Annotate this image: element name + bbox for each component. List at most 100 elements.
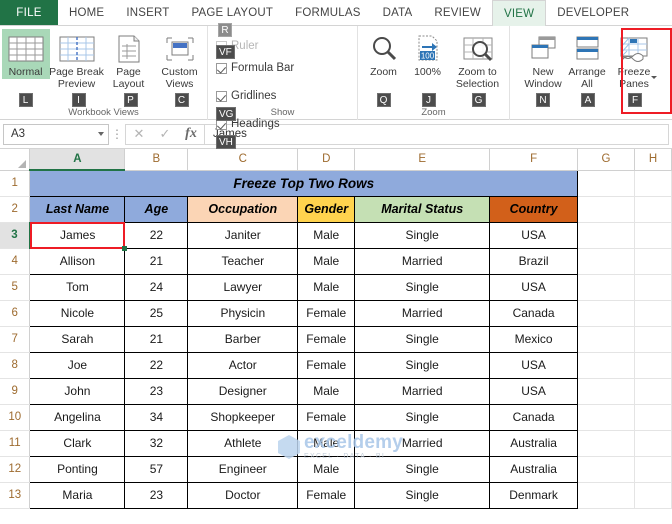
arrange-all-button[interactable]: Arrange All A bbox=[565, 29, 609, 107]
enter-icon[interactable]: ✓ bbox=[152, 126, 178, 142]
cell-d12[interactable]: Male bbox=[297, 455, 356, 483]
cell-a6[interactable]: Nicole bbox=[29, 299, 126, 327]
cell-e8[interactable]: Single bbox=[354, 351, 491, 379]
cell-g6[interactable] bbox=[577, 300, 635, 327]
select-all-corner[interactable] bbox=[0, 149, 31, 171]
tab-home[interactable]: HOME bbox=[58, 0, 115, 25]
cell-d13[interactable]: Female bbox=[297, 481, 356, 509]
cell-h10[interactable] bbox=[634, 404, 672, 431]
cell-g5[interactable] bbox=[577, 274, 635, 301]
column-header-h[interactable]: H bbox=[634, 149, 672, 171]
cell-c12[interactable]: Engineer bbox=[187, 455, 299, 483]
cell-b8[interactable]: 22 bbox=[124, 351, 189, 379]
cell-g8[interactable] bbox=[577, 352, 635, 379]
cell-c11[interactable]: Athlete bbox=[187, 429, 299, 457]
column-header-g[interactable]: G bbox=[577, 149, 635, 171]
custom-views-button[interactable]: Custom Views C bbox=[154, 29, 206, 107]
column-header-a[interactable]: A bbox=[29, 149, 126, 171]
sheet-title-cell[interactable]: Freeze Top Two Rows bbox=[29, 169, 579, 197]
cell-f7[interactable]: Mexico bbox=[489, 325, 579, 353]
row-header-1[interactable]: 1 bbox=[0, 170, 31, 197]
zoom-100-button[interactable]: 100 100% J bbox=[406, 29, 450, 107]
insert-function-icon[interactable]: fx bbox=[178, 126, 204, 142]
cell-d7[interactable]: Female bbox=[297, 325, 356, 353]
header-cell-occupation[interactable]: Occupation bbox=[187, 195, 299, 223]
show-formula-bar-item[interactable]: Formula Bar VF bbox=[216, 45, 296, 79]
tab-page-layout[interactable]: PAGE LAYOUT bbox=[180, 0, 284, 25]
cell-e4[interactable]: Married bbox=[354, 247, 491, 275]
cell-d4[interactable]: Male bbox=[297, 247, 356, 275]
cell-f4[interactable]: Brazil bbox=[489, 247, 579, 275]
cell-b3[interactable]: 22 bbox=[124, 221, 189, 249]
page-break-preview-button[interactable]: Page Break Preview I bbox=[49, 29, 104, 107]
header-cell-last-name[interactable]: Last Name bbox=[29, 195, 126, 223]
cell-g10[interactable] bbox=[577, 404, 635, 431]
cell-d5[interactable]: Male bbox=[297, 273, 356, 301]
cell-h11[interactable] bbox=[634, 430, 672, 457]
cell-e12[interactable]: Single bbox=[354, 455, 491, 483]
cell-f10[interactable]: Canada bbox=[489, 403, 579, 431]
cell-h13[interactable] bbox=[634, 482, 672, 509]
cell-a13[interactable]: Maria bbox=[29, 481, 126, 509]
row-header-2[interactable]: 2 bbox=[0, 196, 31, 223]
column-header-c[interactable]: C bbox=[187, 149, 299, 171]
cell-h6[interactable] bbox=[634, 300, 672, 327]
cell-e6[interactable]: Married bbox=[354, 299, 491, 327]
name-box-dropdown-icon[interactable] bbox=[98, 132, 104, 136]
cell-e5[interactable]: Single bbox=[354, 273, 491, 301]
cell-c4[interactable]: Teacher bbox=[187, 247, 299, 275]
cell-g12[interactable] bbox=[577, 456, 635, 483]
tab-data[interactable]: DATA bbox=[372, 0, 424, 25]
row-header-5[interactable]: 5 bbox=[0, 274, 31, 301]
header-cell-marital-status[interactable]: Marital Status bbox=[354, 195, 491, 223]
cell-c6[interactable]: Physicin bbox=[187, 299, 299, 327]
cell-c13[interactable]: Doctor bbox=[187, 481, 299, 509]
cell-h4[interactable] bbox=[634, 248, 672, 275]
cell-a12[interactable]: Ponting bbox=[29, 455, 126, 483]
formula-bar-checkbox[interactable] bbox=[216, 62, 227, 74]
cell-c9[interactable]: Designer bbox=[187, 377, 299, 405]
header-cell-age[interactable]: Age bbox=[124, 195, 189, 223]
cell-a7[interactable]: Sarah bbox=[29, 325, 126, 353]
cell-a8[interactable]: Joe bbox=[29, 351, 126, 379]
cell-h9[interactable] bbox=[634, 378, 672, 405]
tab-view[interactable]: VIEW bbox=[491, 0, 547, 26]
cell-d6[interactable]: Female bbox=[297, 299, 356, 327]
cell-e10[interactable]: Single bbox=[354, 403, 491, 431]
freeze-panes-dropdown-icon[interactable] bbox=[651, 76, 657, 79]
cell-f12[interactable]: Australia bbox=[489, 455, 579, 483]
cell-b10[interactable]: 34 bbox=[124, 403, 189, 431]
cell-g2[interactable] bbox=[577, 196, 635, 223]
cell-c8[interactable]: Actor bbox=[187, 351, 299, 379]
cell-b7[interactable]: 21 bbox=[124, 325, 189, 353]
cell-f3[interactable]: USA bbox=[489, 221, 579, 249]
cell-a3[interactable]: James bbox=[29, 221, 126, 249]
cell-a11[interactable]: Clark bbox=[29, 429, 126, 457]
cell-e7[interactable]: Single bbox=[354, 325, 491, 353]
name-box[interactable]: A3 bbox=[3, 123, 109, 145]
cell-c5[interactable]: Lawyer bbox=[187, 273, 299, 301]
tab-insert[interactable]: INSERT bbox=[115, 0, 180, 25]
cell-b13[interactable]: 23 bbox=[124, 481, 189, 509]
cell-g3[interactable] bbox=[577, 222, 635, 249]
normal-view-button[interactable]: Normal L bbox=[1, 29, 50, 107]
row-header-13[interactable]: 13 bbox=[0, 482, 31, 509]
new-window-button[interactable]: New Window N bbox=[521, 29, 565, 107]
cell-d10[interactable]: Female bbox=[297, 403, 356, 431]
cell-f8[interactable]: USA bbox=[489, 351, 579, 379]
cell-g13[interactable] bbox=[577, 482, 635, 509]
cell-f5[interactable]: USA bbox=[489, 273, 579, 301]
cell-c7[interactable]: Barber bbox=[187, 325, 299, 353]
cell-f9[interactable]: USA bbox=[489, 377, 579, 405]
column-header-d[interactable]: D bbox=[297, 149, 356, 171]
gridlines-checkbox[interactable] bbox=[216, 90, 227, 102]
row-header-7[interactable]: 7 bbox=[0, 326, 31, 353]
row-header-10[interactable]: 10 bbox=[0, 404, 31, 431]
cell-b5[interactable]: 24 bbox=[124, 273, 189, 301]
cell-d11[interactable]: Male bbox=[297, 429, 356, 457]
cell-h5[interactable] bbox=[634, 274, 672, 301]
column-header-b[interactable]: B bbox=[124, 149, 189, 171]
cell-b4[interactable]: 21 bbox=[124, 247, 189, 275]
cell-e3[interactable]: Single bbox=[354, 221, 491, 249]
cell-g9[interactable] bbox=[577, 378, 635, 405]
